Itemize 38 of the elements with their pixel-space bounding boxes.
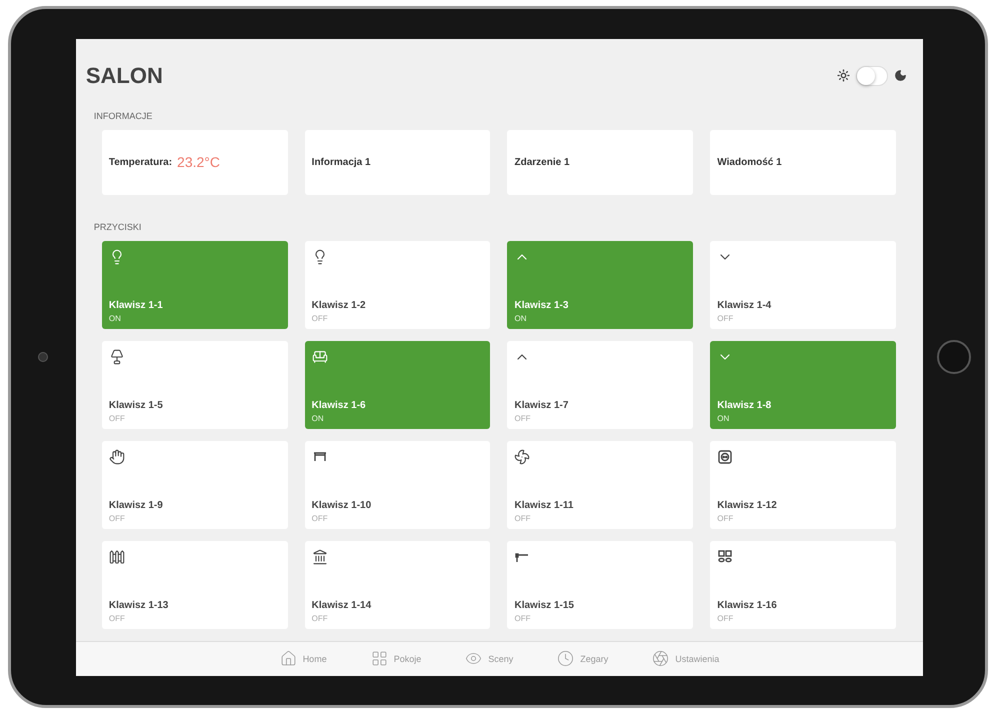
switch-tile[interactable]: Klawisz 1-16 OFF bbox=[710, 540, 896, 628]
lamp-icon bbox=[108, 348, 125, 364]
fan-icon bbox=[514, 448, 530, 464]
switch-tile[interactable]: Klawisz 1-2 OFF bbox=[304, 240, 490, 328]
aperture-icon bbox=[652, 650, 670, 667]
camera-icon bbox=[38, 352, 48, 362]
switch-tile[interactable]: Klawisz 1-12 OFF bbox=[710, 440, 896, 528]
switch-tile[interactable]: Klawisz 1-9 OFF bbox=[102, 440, 288, 528]
home-icon bbox=[280, 650, 297, 667]
switch-tile[interactable]: Klawisz 1-5 OFF bbox=[102, 340, 288, 428]
landmark-icon bbox=[312, 548, 328, 564]
room-title: SALON bbox=[86, 62, 163, 88]
info-label: Informacja 1 bbox=[312, 156, 371, 168]
fence-icon bbox=[108, 548, 125, 564]
switch-tile[interactable]: Klawisz 1-15 OFF bbox=[507, 540, 694, 628]
section-heading: PRZYCISKI bbox=[94, 222, 142, 232]
switch-tile[interactable]: Klawisz 1-11 OFF bbox=[507, 440, 694, 528]
section-heading: INFORMACJE bbox=[94, 110, 154, 120]
info-label: Wiadomość 1 bbox=[717, 156, 782, 168]
sofa-icon bbox=[312, 348, 328, 364]
switch-tile[interactable]: Klawisz 1-4 OFF bbox=[710, 240, 896, 328]
socket-icon bbox=[717, 448, 734, 464]
switch-tile[interactable]: Klawisz 1-14 OFF bbox=[304, 540, 490, 628]
theme-switch[interactable] bbox=[856, 66, 888, 86]
switch-tile[interactable]: Klawisz 1-7 OFF bbox=[507, 340, 694, 428]
info-label: Zdarzenie 1 bbox=[514, 156, 570, 168]
info-label: Temperatura: bbox=[108, 156, 172, 168]
hand-icon bbox=[108, 448, 125, 464]
seats-icon bbox=[717, 548, 734, 564]
home-button[interactable] bbox=[937, 340, 972, 374]
sun-icon bbox=[837, 69, 850, 82]
temperature-value: 23.2°C bbox=[177, 154, 220, 170]
moon-icon bbox=[894, 69, 908, 82]
switch-tile[interactable]: Klawisz 1-10 OFF bbox=[304, 440, 490, 528]
clock-icon bbox=[557, 650, 574, 667]
grid-icon bbox=[370, 650, 388, 667]
eye-icon bbox=[465, 650, 482, 667]
switch-tile[interactable]: Klawisz 1-13 OFF bbox=[102, 540, 288, 628]
